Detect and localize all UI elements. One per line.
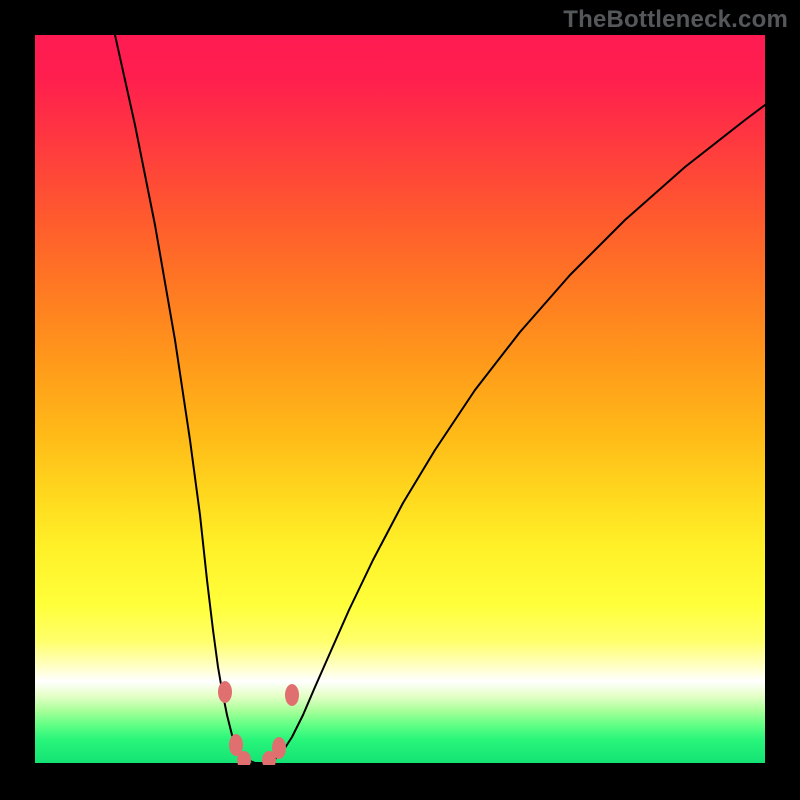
marker-right-lower bbox=[272, 737, 286, 759]
marker-right-upper bbox=[285, 684, 299, 706]
gradient-background bbox=[35, 35, 765, 765]
marker-left-upper bbox=[218, 681, 232, 703]
chart-frame: TheBottleneck.com bbox=[0, 0, 800, 800]
plot-area bbox=[35, 35, 765, 765]
watermark-label: TheBottleneck.com bbox=[563, 6, 788, 34]
plot-svg bbox=[35, 35, 765, 765]
